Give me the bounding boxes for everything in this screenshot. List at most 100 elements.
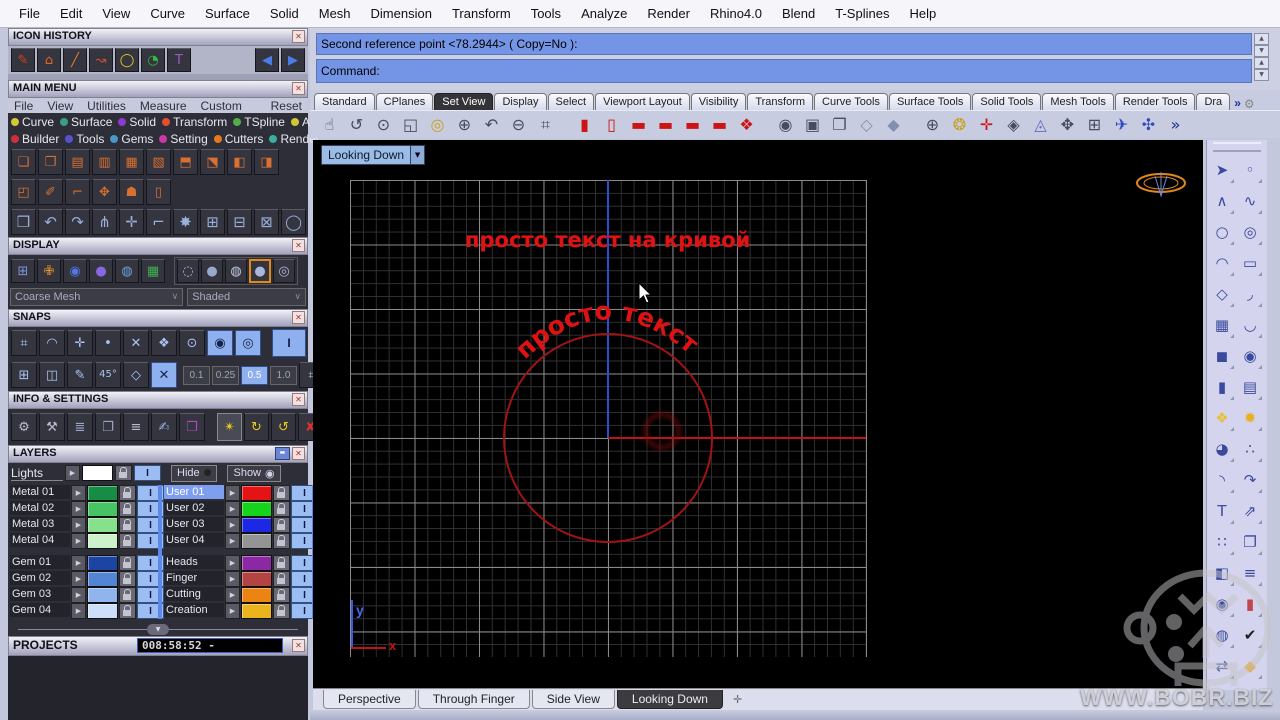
- toolbar-tab[interactable]: Render Tools: [1114, 93, 1196, 110]
- tool-icon[interactable]: ▯: [146, 179, 171, 205]
- layer-expand-icon[interactable]: ▶: [71, 533, 86, 549]
- layer-name[interactable]: User 02: [164, 501, 224, 515]
- scroll-down-icon[interactable]: ▼: [1254, 45, 1269, 57]
- viewport-tab[interactable]: Perspective: [323, 690, 416, 709]
- toolbar-tab[interactable]: Solid Tools: [972, 93, 1042, 110]
- tool-icon[interactable]: ⌐: [146, 209, 171, 235]
- tool-icon[interactable]: ◯: [281, 209, 306, 235]
- lights-label[interactable]: Lights: [11, 466, 63, 481]
- tool-icon[interactable]: ◧: [227, 149, 252, 175]
- tool-icon[interactable]: ▤: [65, 149, 90, 175]
- layer-expand-icon[interactable]: ▶: [225, 587, 240, 603]
- zoom-1to1-icon[interactable]: ⌗: [532, 113, 559, 137]
- menu-item[interactable]: Dimension: [362, 3, 441, 24]
- sphere-purple-icon[interactable]: ●: [89, 259, 113, 283]
- flat-mode-icon[interactable]: ●: [201, 259, 223, 283]
- boolean-diff-icon[interactable]: ◍: [1208, 620, 1236, 651]
- cplane-object-icon[interactable]: ◈: [1000, 113, 1027, 137]
- shade-mode-dropdown[interactable]: Shaded ∨: [187, 288, 306, 306]
- minimize-icon[interactable]: ▬: [275, 447, 290, 460]
- lock-icon[interactable]: [273, 587, 290, 603]
- mesh-quality-dropdown[interactable]: Coarse Mesh ∨: [10, 288, 184, 306]
- save-view-icon[interactable]: ▣: [799, 113, 826, 137]
- tab-overflow-chevron[interactable]: »: [1231, 96, 1244, 110]
- layer-color-swatch[interactable]: [241, 555, 272, 571]
- stack-icon[interactable]: ≣: [67, 413, 93, 441]
- scroll-up-icon[interactable]: ▲: [1254, 33, 1269, 45]
- tool-icon[interactable]: ◨: [254, 149, 279, 175]
- cylinder-icon[interactable]: ▮: [1208, 372, 1236, 403]
- intersection-snap-icon[interactable]: ✕: [123, 330, 149, 356]
- close-icon[interactable]: ✕: [292, 639, 305, 652]
- render-mode-icon[interactable]: ◎: [273, 259, 295, 283]
- show-button[interactable]: Show ◉: [227, 464, 281, 482]
- sketch-icon[interactable]: ✎: [11, 48, 35, 72]
- lock-icon[interactable]: [119, 587, 136, 603]
- point-cloud-icon[interactable]: ∴: [1236, 434, 1264, 465]
- iso-snap-icon[interactable]: ◫: [39, 362, 65, 388]
- layer-expand-icon[interactable]: ▶: [225, 603, 240, 619]
- history-loop-icon[interactable]: ↻: [244, 413, 269, 441]
- layer-name[interactable]: Cutting: [164, 587, 224, 601]
- tool-icon[interactable]: ⊞: [200, 209, 225, 235]
- category-item[interactable]: Surface: [60, 115, 112, 129]
- command-scrollbar[interactable]: ▲ ▼ ▲ ▼: [1254, 33, 1269, 81]
- toolbar-grip[interactable]: [1213, 142, 1261, 152]
- earth-icon[interactable]: ◍: [115, 259, 139, 283]
- array-icon[interactable]: ∷: [1208, 527, 1236, 558]
- rotate-view-icon[interactable]: ↺: [343, 113, 370, 137]
- tool-icon[interactable]: ◰: [11, 179, 36, 205]
- category-item[interactable]: TSpline: [233, 115, 285, 129]
- layer-color-swatch[interactable]: [241, 501, 272, 517]
- record-history-icon[interactable]: ✴: [217, 413, 242, 441]
- view-back-icon[interactable]: ▬: [706, 113, 733, 137]
- box-icon[interactable]: ◼: [1208, 341, 1236, 372]
- tool-icon[interactable]: ⊠: [254, 209, 279, 235]
- layer-name[interactable]: Metal 04: [10, 533, 70, 547]
- lock-icon[interactable]: [119, 603, 136, 619]
- viewport-looking-down[interactable]: просто текст на кривой просто текст Look…: [313, 140, 1203, 688]
- toolbar-tab[interactable]: Transform: [747, 93, 814, 110]
- scroll-up-icon[interactable]: ▲: [1254, 57, 1269, 69]
- clock-icon[interactable]: ◔: [141, 48, 165, 72]
- mid-snap-icon[interactable]: ◎: [235, 330, 261, 356]
- end-snap-icon[interactable]: ◉: [207, 330, 233, 356]
- layer-color-swatch[interactable]: [241, 533, 272, 549]
- layer-name[interactable]: Metal 03: [10, 517, 70, 531]
- mesh-surface-icon[interactable]: ▤: [1236, 372, 1264, 403]
- tool-icon[interactable]: ⊟: [227, 209, 252, 235]
- more-tools-chevron[interactable]: »: [1162, 113, 1189, 137]
- layer-name[interactable]: User 01: [164, 485, 224, 499]
- zoom-target-icon[interactable]: ⊕: [451, 113, 478, 137]
- camera-icon[interactable]: ◉: [772, 113, 799, 137]
- menu-item[interactable]: Surface: [196, 3, 259, 24]
- scale-icon[interactable]: ⇗: [1236, 496, 1264, 527]
- tool-icon[interactable]: ❏: [11, 149, 36, 175]
- gem-icon[interactable]: ◆: [1236, 651, 1264, 682]
- history-next-icon[interactable]: ▶: [281, 48, 305, 72]
- arc-icon[interactable]: ◠: [1208, 248, 1236, 279]
- package-icon[interactable]: ❒: [179, 413, 205, 441]
- named-views-icon[interactable]: ❐: [826, 113, 853, 137]
- layer-expand-icon[interactable]: ▶: [71, 517, 86, 533]
- center-snap-icon[interactable]: ⊙: [179, 330, 205, 356]
- main-menu-item[interactable]: View: [47, 99, 73, 113]
- category-item[interactable]: Setting: [159, 132, 208, 146]
- script-icon[interactable]: ≡: [123, 413, 149, 441]
- tool-icon[interactable]: ❐: [38, 149, 63, 175]
- tool-icon[interactable]: ⌐: [65, 179, 90, 205]
- layer-color-swatch[interactable]: [241, 485, 272, 501]
- solid-union-icon[interactable]: ◧: [1208, 558, 1236, 589]
- close-icon[interactable]: ✕: [292, 311, 305, 324]
- command-input-line[interactable]: Command:: [316, 59, 1252, 83]
- spheres-icon[interactable]: ◉: [1236, 341, 1264, 372]
- grid-options-icon[interactable]: ⊞: [1081, 113, 1108, 137]
- blend-curve-icon[interactable]: ↷: [1236, 465, 1264, 496]
- single-point-icon[interactable]: ◦: [1236, 155, 1264, 186]
- layer-name[interactable]: Gem 03: [10, 587, 70, 601]
- lock-icon[interactable]: [273, 555, 290, 571]
- quad-snap-icon[interactable]: ❖: [151, 330, 177, 356]
- tool-icon[interactable]: ⬔: [200, 149, 225, 175]
- line-icon[interactable]: ╱: [63, 48, 87, 72]
- category-item[interactable]: Gems: [110, 132, 153, 146]
